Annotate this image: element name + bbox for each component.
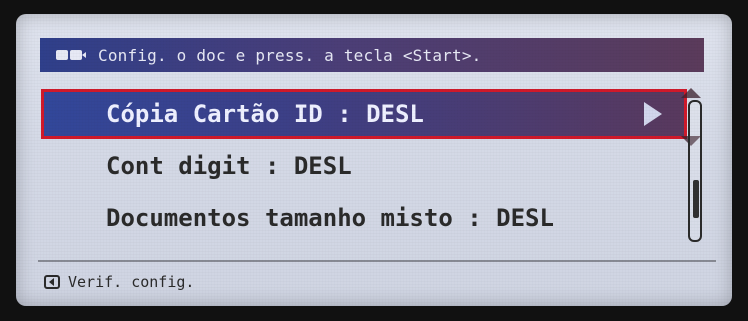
menu-item-label: Documentos tamanho misto : DESL bbox=[106, 204, 554, 232]
copy-icon bbox=[54, 47, 88, 63]
device-frame: Config. o doc e press. a tecla <Start>. … bbox=[0, 0, 748, 321]
menu-item-copia-cartao-id[interactable]: Cópia Cartão ID : DESL bbox=[41, 89, 687, 139]
header-text: Config. o doc e press. a tecla <Start>. bbox=[98, 45, 482, 65]
scrollbar[interactable] bbox=[688, 100, 702, 242]
status-bar: Verif. config. bbox=[44, 270, 194, 294]
menu-item-cont-digit[interactable]: Cont digit : DESL bbox=[44, 144, 684, 188]
menu-item-documentos-tamanho-misto[interactable]: Documentos tamanho misto : DESL bbox=[44, 196, 684, 240]
menu-item-label: Cont digit : DESL bbox=[106, 152, 352, 180]
status-text: Verif. config. bbox=[68, 273, 195, 291]
back-icon bbox=[44, 274, 60, 290]
divider bbox=[38, 260, 716, 262]
settings-menu: Cópia Cartão ID : DESL Cont digit : DESL… bbox=[41, 89, 687, 260]
scroll-up-icon[interactable] bbox=[681, 88, 701, 98]
chevron-right-icon bbox=[644, 102, 662, 126]
scrollbar-thumb[interactable] bbox=[693, 180, 699, 218]
menu-item-label: Cópia Cartão ID : DESL bbox=[106, 100, 424, 128]
lcd-screen: Config. o doc e press. a tecla <Start>. … bbox=[16, 14, 732, 306]
header-bar: Config. o doc e press. a tecla <Start>. bbox=[40, 38, 704, 72]
